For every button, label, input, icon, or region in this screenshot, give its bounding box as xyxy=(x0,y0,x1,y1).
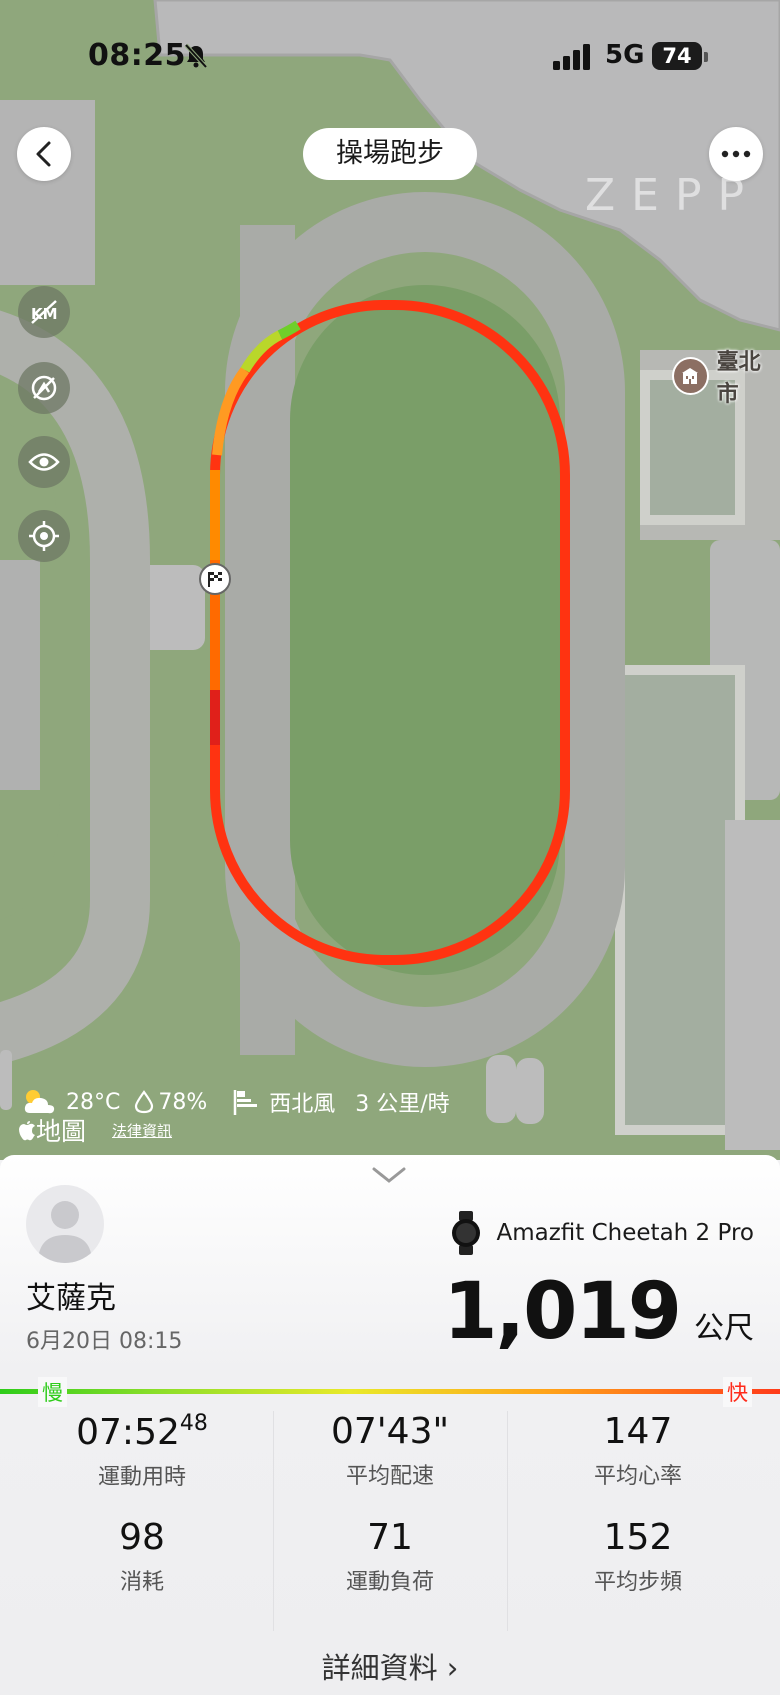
device-name: Amazfit Cheetah 2 Pro xyxy=(496,1220,755,1246)
pace-fast-label: 快 xyxy=(723,1377,752,1407)
status-bar: 08:25 5G 74 xyxy=(0,36,780,80)
pace-gradient xyxy=(0,1389,780,1394)
stat-calories: 98 消耗 xyxy=(17,1517,267,1596)
zepp-watermark: ZEPP xyxy=(585,170,761,221)
view-toggle[interactable] xyxy=(18,436,70,488)
stat-value: 152 xyxy=(603,1517,673,1558)
locate-icon xyxy=(29,521,59,551)
start-flag-icon xyxy=(199,563,231,595)
wind-speed: 3 公里/時 xyxy=(355,1092,450,1117)
locate-button[interactable] xyxy=(18,510,70,562)
stat-label: 平均步頻 xyxy=(593,1570,682,1595)
user-name: 艾薩克 xyxy=(26,1281,116,1316)
battery-tip xyxy=(704,52,708,62)
stat-duration: 07:5248 運動用時 xyxy=(17,1411,267,1491)
summary-panel: Amazfit Cheetah 2 Pro 艾薩克 6月20日 08:15 1,… xyxy=(0,1155,780,1695)
pace-slow-label: 慢 xyxy=(38,1377,67,1407)
humidity-icon xyxy=(135,1090,154,1114)
stat-label: 運動用時 xyxy=(97,1465,186,1490)
eye-icon xyxy=(28,453,60,471)
stat-value: 07'43" xyxy=(330,1411,450,1452)
km-markers-toggle[interactable]: KM xyxy=(18,286,70,338)
stat-label: 平均心率 xyxy=(593,1464,682,1489)
stat-sup: 48 xyxy=(179,1411,208,1436)
poi-label: 臺北市 xyxy=(716,350,761,407)
back-button[interactable] xyxy=(17,127,71,181)
km-markers-icon: KM xyxy=(31,300,58,324)
route-map[interactable]: 08:25 5G 74 操場跑步 ZEPP 臺北市 KM 28°C 78% 西北… xyxy=(0,0,780,1160)
distance-value: 1,019 xyxy=(443,1267,682,1357)
more-icon xyxy=(721,150,751,158)
chevron-left-icon xyxy=(36,141,51,167)
maps-attribution: 地圖 xyxy=(18,1112,86,1148)
wind-flag-icon xyxy=(234,1090,258,1115)
weather-bar: 28°C 78% 西北風 3 公里/時 xyxy=(22,1085,456,1119)
battery-icon: 74 xyxy=(652,42,702,70)
workout-date: 6月20日 08:15 xyxy=(26,1329,183,1354)
collapse-chevron-icon[interactable] xyxy=(371,1165,407,1185)
device-info: Amazfit Cheetah 2 Pro xyxy=(449,1211,755,1255)
stat-avg-cadence: 152 平均步頻 xyxy=(513,1517,763,1596)
stat-value: 71 xyxy=(367,1517,413,1558)
stat-value: 07:52 xyxy=(76,1412,180,1453)
stat-value: 98 xyxy=(119,1517,165,1558)
temperature: 28°C xyxy=(66,1089,121,1115)
watch-icon xyxy=(451,1211,480,1255)
stat-avg-pace: 07'43" 平均配速 xyxy=(265,1411,515,1490)
stat-label: 平均配速 xyxy=(345,1464,434,1489)
signal-icon xyxy=(553,44,590,70)
legal-link[interactable]: 法律資訊 xyxy=(112,1120,172,1141)
stat-label: 消耗 xyxy=(119,1570,164,1595)
humidity: 78% xyxy=(158,1089,208,1115)
details-button[interactable]: 詳細資料 › xyxy=(0,1645,780,1687)
distance: 1,019 公尺 xyxy=(443,1267,754,1357)
page-title: 操場跑步 xyxy=(303,128,477,180)
hide-markers-icon xyxy=(31,375,57,401)
stat-avg-heart-rate: 147 平均心率 xyxy=(513,1411,763,1490)
pace-scale: 慢 快 xyxy=(0,1377,780,1407)
silent-bell-icon xyxy=(184,43,208,69)
stat-training-load: 71 運動負荷 xyxy=(265,1517,515,1596)
hide-markers-toggle[interactable] xyxy=(18,362,70,414)
maps-label: 地圖 xyxy=(36,1117,87,1146)
building-icon xyxy=(672,357,709,395)
wind-direction: 西北風 xyxy=(269,1092,336,1117)
distance-unit: 公尺 xyxy=(694,1311,754,1346)
stat-value: 147 xyxy=(603,1411,673,1452)
stat-label: 運動負荷 xyxy=(345,1570,434,1595)
network-type: 5G xyxy=(605,40,645,70)
avatar[interactable] xyxy=(26,1185,104,1263)
status-time: 08:25 xyxy=(88,38,186,73)
poi-marker[interactable]: 臺北市 xyxy=(672,344,780,408)
apple-logo-icon xyxy=(19,1121,35,1141)
